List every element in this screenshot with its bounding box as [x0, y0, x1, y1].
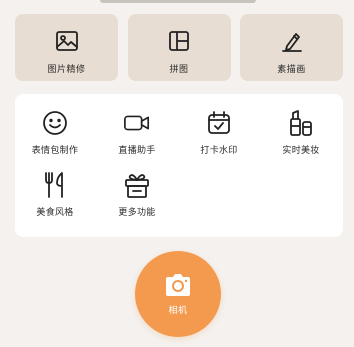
top-divider-strip	[100, 0, 256, 3]
tool-live-assistant[interactable]: 直播助手	[97, 109, 177, 156]
camera-label: 相机	[168, 306, 188, 316]
tool-label: 更多功能	[118, 208, 156, 218]
feature-card-label: 图片精修	[47, 65, 86, 75]
tool-meme-maker[interactable]: 表情包制作	[15, 109, 95, 156]
feature-card-photo-retouch[interactable]: 图片精修	[15, 14, 118, 81]
smiley-icon	[41, 109, 69, 137]
camera-button[interactable]: 相机	[135, 251, 221, 337]
tool-more-features[interactable]: 更多功能	[97, 171, 177, 218]
fork-knife-icon	[41, 171, 69, 199]
feature-cards-row: 图片精修 拼图 素描画	[15, 14, 343, 81]
tool-label: 美食风格	[36, 208, 74, 218]
feature-card-label: 素描画	[277, 65, 306, 75]
tool-label: 直播助手	[118, 146, 156, 156]
tool-check-in-watermark[interactable]: 打卡水印	[179, 109, 259, 156]
image-icon	[54, 28, 80, 54]
sketch-icon	[279, 28, 305, 54]
collage-icon	[166, 28, 192, 54]
tools-panel: 表情包制作 直播助手 打卡水印 实时美妆 美食风格 更多功能	[15, 94, 343, 237]
video-camera-icon	[123, 109, 151, 137]
calendar-check-icon	[205, 109, 233, 137]
gift-box-icon	[123, 171, 151, 199]
feature-card-collage[interactable]: 拼图	[127, 14, 231, 81]
lipstick-icon	[287, 109, 315, 137]
feature-card-sketch[interactable]: 素描画	[240, 14, 343, 81]
tool-label: 打卡水印	[200, 146, 238, 156]
tool-live-makeup[interactable]: 实时美妆	[261, 109, 341, 156]
camera-icon	[163, 272, 193, 298]
feature-card-label: 拼图	[169, 65, 189, 75]
tool-food-style[interactable]: 美食风格	[15, 171, 95, 218]
tool-label: 表情包制作	[31, 146, 79, 156]
tool-label: 实时美妆	[282, 146, 320, 156]
